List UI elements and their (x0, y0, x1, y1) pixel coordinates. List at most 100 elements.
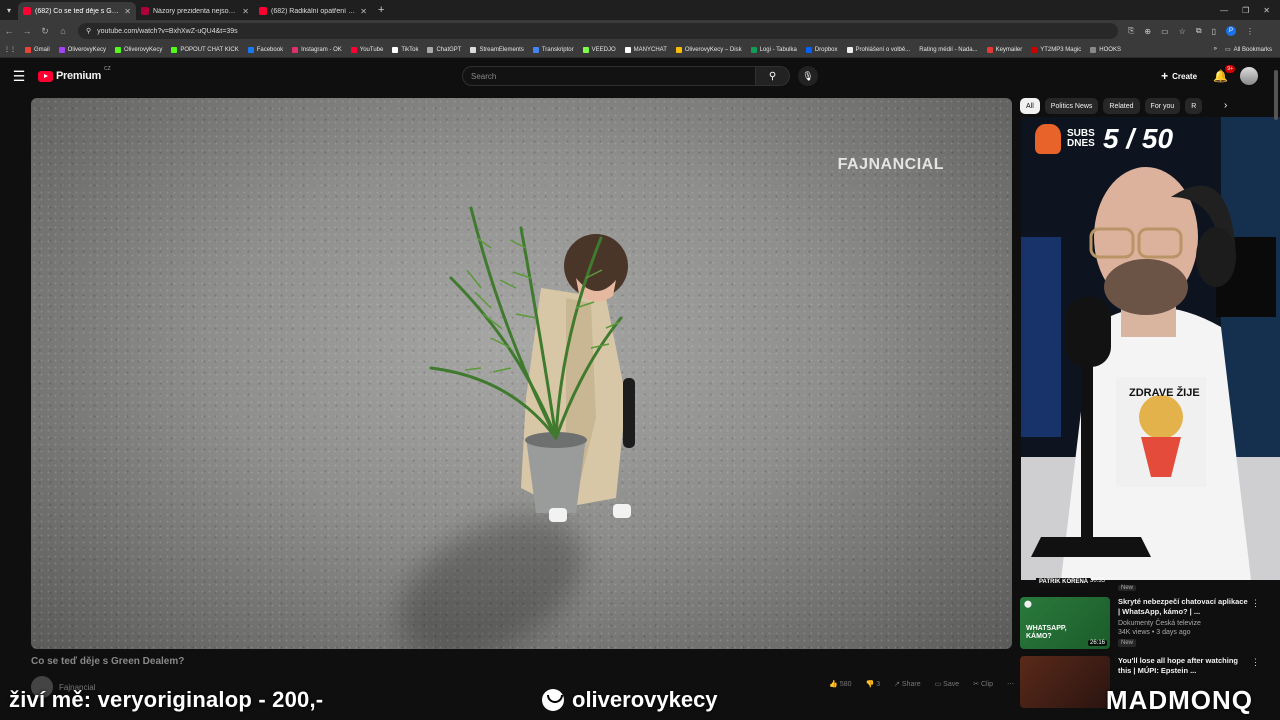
tab-title: Názory prezidenta nejsou rele... (153, 7, 238, 15)
video-thumbnail[interactable]: ⬤ WHATSAPP, KÁMO? 26:16 (1020, 597, 1110, 649)
url-field[interactable]: ⚲ youtube.com/watch?v=BxhXwZ-uQU4&t=39s (78, 23, 1118, 39)
bookmark-item[interactable]: Keymailer (986, 46, 1022, 53)
page-scrollbar[interactable] (1274, 70, 1278, 120)
bookmark-label: YT2MP3 Magic (1040, 46, 1082, 53)
search-input[interactable] (462, 66, 756, 86)
bookmark-favicon-icon (115, 46, 122, 53)
bookmark-item[interactable]: TikTok (392, 46, 419, 53)
bookmark-favicon-icon (58, 46, 65, 53)
bookmark-item[interactable]: ChatGPT (427, 46, 461, 53)
notifications-button[interactable]: 🔔 9+ (1213, 65, 1235, 83)
chip-politics-news[interactable]: Politics News (1044, 98, 1099, 114)
bookmark-item[interactable]: OliverovyKecy (115, 46, 162, 53)
overlay-sponsor-text: MADMONQ (1105, 685, 1253, 715)
bookmark-item[interactable]: POPOUT CHAT KICK (171, 46, 239, 53)
apps-icon[interactable]: ⋮⋮ (4, 46, 16, 53)
bookmark-item[interactable]: MANYCHAT (624, 46, 667, 53)
voice-search-button[interactable]: 🎙 (798, 66, 818, 86)
minimize-icon[interactable]: — (1220, 6, 1228, 15)
zoom-icon[interactable]: ⊕ (1144, 27, 1151, 36)
tab-search-icon[interactable]: ▾ (0, 0, 18, 20)
recommendation-item[interactable]: ⬤ WHATSAPP, KÁMO? 26:16 Skryté nebezpečí… (1020, 597, 1260, 649)
bookmark-item[interactable]: Prohlášení o volbě... (846, 46, 910, 53)
video-title[interactable]: You'll lose all hope after watching this… (1118, 656, 1248, 676)
subs-goal-overlay: SUBS DNES 5 / 50 (1035, 123, 1173, 155)
bookmark-favicon-icon (675, 46, 682, 53)
video-channel[interactable]: Dokumenty Česká televize (1118, 619, 1248, 628)
translate-icon[interactable]: ⎘ (1128, 26, 1134, 36)
bookmark-item[interactable]: VEEDJO (582, 46, 616, 53)
back-icon[interactable]: ← (0, 26, 18, 36)
close-tab-icon[interactable]: ✕ (124, 7, 131, 16)
bookmarks-right: » ▭ All Bookmarks (1214, 46, 1280, 53)
youtube-favicon-icon (259, 7, 267, 15)
chevron-right-icon[interactable]: › (1224, 100, 1227, 111)
chip-for-you[interactable]: For you (1144, 98, 1181, 114)
subs-label: SUBS DNES (1067, 128, 1095, 149)
bookmark-item[interactable]: Rating médií - Nada... (919, 47, 977, 53)
chip-all[interactable]: All (1020, 98, 1040, 114)
bookmark-item[interactable]: Gmail (25, 46, 50, 53)
bookmark-label: TikTok (401, 46, 419, 53)
close-window-icon[interactable]: ✕ (1263, 6, 1270, 15)
chip-related[interactable]: Related (1103, 98, 1140, 114)
bookmark-favicon-icon (470, 46, 477, 53)
bookmark-item[interactable]: Dropbox (805, 46, 838, 53)
all-bookmarks-button[interactable]: ▭ All Bookmarks (1225, 46, 1272, 54)
bookmark-item[interactable]: OliverovyKecy – Disk (675, 46, 742, 53)
maximize-icon[interactable]: ❐ (1242, 6, 1249, 15)
bookmark-item[interactable]: Instagram - OK (292, 46, 342, 53)
bookmark-item[interactable]: HOOKS (1090, 46, 1121, 53)
bookmark-label: VEEDJO (591, 46, 616, 53)
bookmark-item[interactable]: StreamElements (470, 46, 524, 53)
bookmark-item[interactable]: YT2MP3 Magic (1031, 46, 1082, 53)
reload-icon[interactable]: ↻ (36, 26, 54, 37)
bookmark-label: OliverovyKecy – Disk (684, 46, 742, 53)
browser-tab-1[interactable]: (682) Co se teď děje s Green De... ✕ (18, 2, 136, 20)
more-options-icon[interactable]: ⋮ (1251, 597, 1260, 609)
more-options-icon[interactable]: ⋮ (1251, 656, 1260, 668)
bookmark-favicon-icon (582, 46, 589, 53)
chip-truncated[interactable]: R (1185, 98, 1203, 114)
browser-tab-2[interactable]: Názory prezidenta nejsou rele... ✕ (136, 2, 254, 20)
url-text: youtube.com/watch?v=BxhXwZ-uQU4&t=39s (97, 27, 238, 35)
browser-tab-3[interactable]: (682) Radikální opatření vlády... ✕ (254, 2, 372, 20)
video-stats: 34K views • 3 days ago (1118, 628, 1191, 636)
video-title[interactable]: Skryté nebezpečí chatovací aplikace | Wh… (1118, 597, 1248, 617)
channel-watermark: FAJNANCIAL (837, 156, 944, 173)
home-icon[interactable]: ⌂ (54, 26, 72, 36)
forward-icon[interactable]: → (18, 26, 36, 36)
search-icon: ⚲ (768, 70, 777, 82)
partial-thumb-label: PATRIK KOŘENÁ (1036, 578, 1092, 586)
more-bookmarks-icon[interactable]: » (1214, 46, 1217, 53)
bookmark-label: Rating médií - Nada... (919, 46, 978, 53)
new-badge: New (1118, 585, 1137, 591)
video-player[interactable]: FAJNANCIAL (31, 98, 1012, 649)
bookmark-label: Logi - Tabulka (759, 46, 797, 53)
profile-avatar[interactable]: P (1225, 26, 1236, 36)
close-tab-icon[interactable]: ✕ (242, 7, 249, 16)
account-avatar[interactable] (1240, 67, 1258, 85)
bookmark-star-icon[interactable]: ☆ (1179, 27, 1186, 36)
address-bar-icons: ⎘ ⊕ ▭ ☆ ⧉ ▯ P ⋮ (1128, 26, 1254, 36)
video-duration: 26:16 (1087, 640, 1107, 646)
browser-menu-icon[interactable]: ⋮ (1246, 27, 1254, 36)
youtube-premium-logo[interactable]: Premium CZ (38, 66, 111, 82)
streamer-webcam: SUBS DNES 5 / 50 ZDRAVE ŽIJE (1021, 117, 1280, 580)
bookmark-item[interactable]: Facebook (247, 46, 283, 53)
bookmark-item[interactable]: Transkriptor (532, 46, 574, 53)
close-tab-icon[interactable]: ✕ (360, 7, 367, 16)
search-button[interactable]: ⚲ (756, 66, 790, 86)
notification-badge: 9+ (1225, 65, 1235, 73)
create-button[interactable]: + Create (1157, 66, 1201, 86)
cast-icon[interactable]: ▭ (1161, 27, 1169, 36)
extensions-icon[interactable]: ⧉ (1196, 26, 1202, 36)
bookmark-label: Transkriptor (541, 46, 574, 53)
new-tab-button[interactable]: + (372, 4, 390, 16)
bookmark-item[interactable]: YouTube (350, 46, 383, 53)
sidebar-icon[interactable]: ▯ (1212, 27, 1216, 36)
menu-icon[interactable]: ☰ (0, 68, 38, 85)
site-info-icon[interactable]: ⚲ (86, 27, 91, 35)
bookmark-item[interactable]: Logi - Tabulka (750, 46, 797, 53)
bookmark-item[interactable]: OliverovyKecy (58, 46, 106, 53)
